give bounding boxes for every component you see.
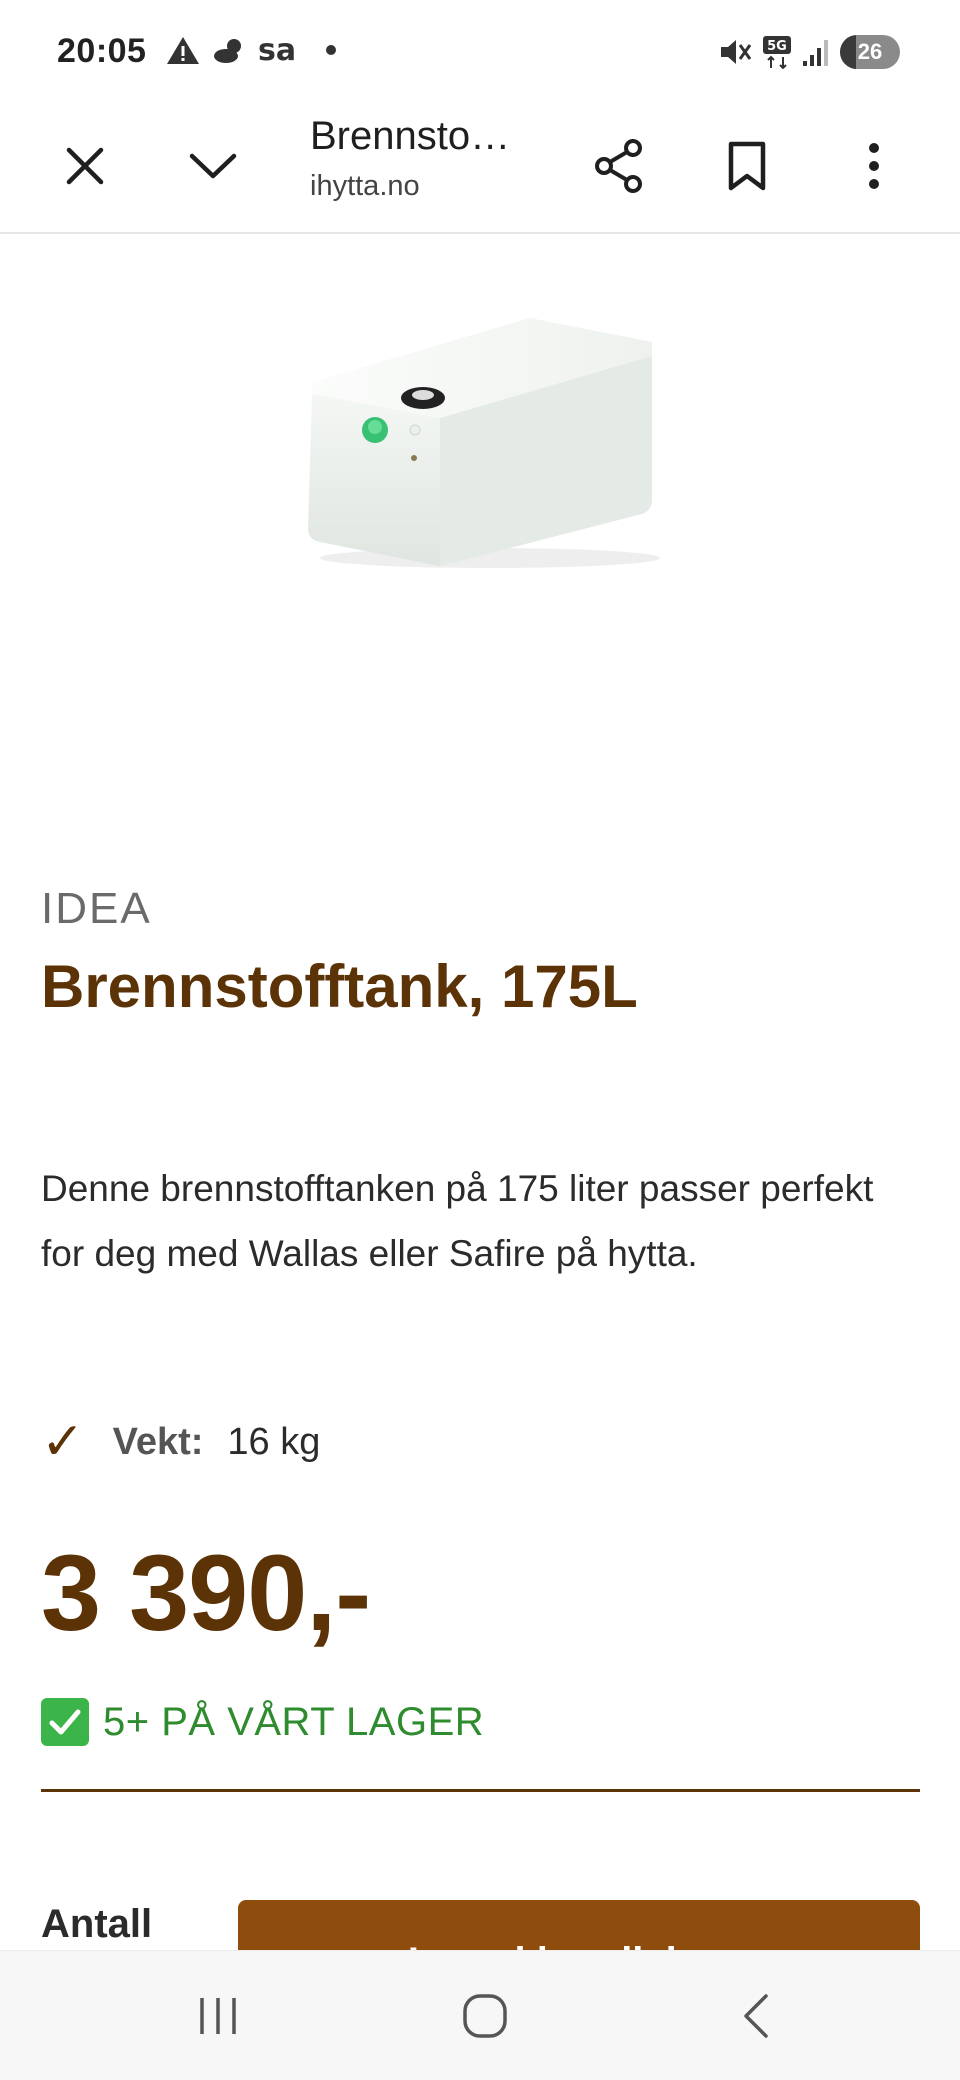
back-icon [744,1994,768,2038]
minimize-button[interactable] [169,122,257,210]
battery-level: 26 [857,39,883,64]
recent-apps-icon [200,1998,236,2034]
system-nav-bar [0,1950,960,2080]
spec-value: 16 kg [227,1420,321,1463]
quantity-label: Antall [41,1902,153,1946]
close-button[interactable] [41,122,129,210]
weather-label: sa [258,32,297,68]
chevron-down-icon [189,153,237,179]
mute-icon [721,40,752,64]
share-button[interactable] [575,122,663,210]
warning-icon [167,37,199,64]
recent-apps-button[interactable] [163,1973,273,2059]
product-spec-weight: ✓ Vekt: 16 kg [41,1412,320,1472]
svg-text:5G: 5G [767,39,787,54]
check-box-icon [41,1698,89,1746]
product-title: Brennstofftank, 175L [41,953,638,1020]
stock-text: 5+ PÅ VÅRT LAGER [103,1699,485,1744]
custom-tab-toolbar: Brennsto… ihytta.no [0,100,960,234]
status-time: 20:05 [57,32,147,70]
fuel-tank-image [308,318,660,568]
battery-indicator: 26 [840,35,900,69]
signal-icon [803,40,828,66]
page-url: ihytta.no [310,170,420,202]
bookmark-button[interactable] [703,122,791,210]
back-button[interactable] [700,1973,810,2059]
more-vert-icon [869,143,879,189]
close-icon [66,147,104,185]
bookmark-icon [728,141,766,191]
notification-dot-icon [326,45,337,55]
page-title: Brennsto… [310,114,511,158]
checkmark-icon: ✓ [41,1412,85,1472]
divider [41,1789,920,1792]
more-options-button[interactable] [830,122,918,210]
status-notification-icons: sa [166,30,337,70]
home-icon [463,1994,507,2038]
share-icon [595,139,642,193]
product-description: Denne brennstofftanken på 175 liter pass… [41,1168,874,1274]
product-brand: IDEA [41,884,152,933]
status-system-icons: 5G 26 [718,32,900,72]
spec-label: Vekt: [112,1420,204,1463]
network-5g-icon: 5G [763,36,791,69]
product-image[interactable] [290,290,670,590]
home-button[interactable] [430,1973,540,2059]
weather-icon [214,39,241,63]
product-price: 3 390,- [41,1532,371,1653]
status-bar: 20:05 sa 5G 26 [0,0,960,100]
stock-status: 5+ PÅ VÅRT LAGER [41,1698,484,1746]
